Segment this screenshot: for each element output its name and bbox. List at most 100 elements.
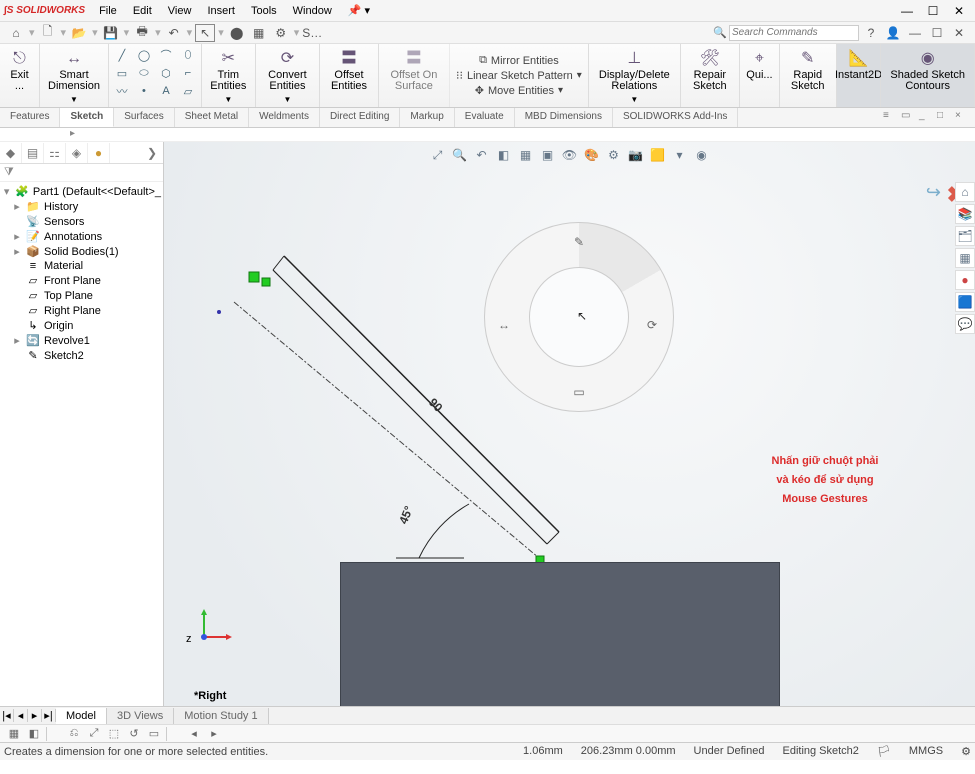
tab-directediting[interactable]: Direct Editing [320,108,400,127]
menu-tools[interactable]: Tools [243,3,285,19]
tree-item[interactable]: ↳Origin [0,318,163,333]
gesture-top-icon[interactable]: ✎ [571,234,587,250]
graphics-viewport[interactable]: ⤢ 🔍 ↶ ◧ ▦ ▣ 👁 🎨 ⚙ 📷 🟨 ▾ ◉ ↪ ✖ ⌂ 📚 🗂 ▦ ● … [164,142,975,706]
menu-window[interactable]: Window [285,3,340,19]
tab-features[interactable]: Features [0,108,60,127]
doc-maximize-icon[interactable]: ☐ [927,24,947,42]
minimize-button[interactable]: — [895,4,919,18]
bt-2-icon[interactable]: ◧ [26,726,42,742]
tab-evaluate[interactable]: Evaluate [455,108,515,127]
circle-tool[interactable]: ◯ [135,47,153,63]
solid-body-face[interactable] [340,562,780,706]
bottom-tab-motion[interactable]: Motion Study 1 [174,708,268,724]
tree-tab-display-icon[interactable]: ◈ [66,143,88,163]
tree-item[interactable]: ▸🔄Revolve1 [0,333,163,348]
bt-5-icon[interactable]: ⬚ [106,726,122,742]
tree-tab-appearance-icon[interactable]: ● [88,143,110,163]
gesture-right-icon[interactable]: ⟳ [644,317,660,333]
tab-mbd[interactable]: MBD Dimensions [515,108,613,127]
sketch-endpoint-handle[interactable] [249,272,259,282]
mouse-gesture-ring[interactable]: ✎ ↔ ⟳ ▭ ↖ [484,222,674,412]
home-icon[interactable]: ⌂ [6,24,26,42]
bottom-tab-3dviews[interactable]: 3D Views [107,708,174,724]
tree-item[interactable]: ▸📁History [0,199,163,214]
search-input[interactable] [729,25,859,41]
tree-item[interactable]: ▱Top Plane [0,288,163,303]
user-icon[interactable]: 👤 [883,24,903,42]
tabs-max-icon[interactable]: □ [937,110,951,121]
tabs-pin-icon[interactable]: ▭ [901,110,915,121]
options-icon[interactable]: ▦ [249,24,269,42]
mirror-entities-button[interactable]: ⧉Mirror Entities [477,54,561,67]
bt-7-icon[interactable]: ▭ [146,726,162,742]
menu-pin-icon[interactable]: 📌 ▾ [340,2,378,19]
line-tool[interactable]: ╱ [113,47,131,63]
text-tool[interactable]: A [157,83,175,99]
doc-close-icon[interactable]: ✕ [949,24,969,42]
spline-tool[interactable]: 〰 [113,83,131,99]
command-search[interactable]: 🔍 ? 👤 — ☐ ✕ [713,24,969,42]
ellipse-tool[interactable]: ⬯ [179,47,197,63]
tree-expand-icon[interactable]: ❯ [141,143,163,163]
bt-4-icon[interactable]: ⤢ [86,726,102,742]
close-button[interactable]: ✕ [947,4,971,18]
bt-9-icon[interactable]: ▸ [206,726,222,742]
menu-view[interactable]: View [160,3,200,19]
convert-entities-button[interactable]: ⟳Convert Entities▼ [256,44,321,107]
slot-tool[interactable]: ⬭ [135,65,153,81]
view-triad[interactable]: z [194,607,234,650]
fillet-tool[interactable]: ⌐ [179,65,197,81]
shaded-contours-button[interactable]: ◉Shaded Sketch Contours [881,44,975,107]
open-icon[interactable]: 📂 [69,24,89,42]
polygon-tool[interactable]: ⬡ [157,65,175,81]
feature-tree[interactable]: ▾🧩Part1 (Default<<Default>_ ▸📁History📡Se… [0,182,163,706]
save-icon[interactable]: 💾 [101,24,121,42]
tab-prev-icon[interactable]: ◂ [14,709,28,722]
tab-markup[interactable]: Markup [400,108,454,127]
linear-pattern-button[interactable]: ⁝⁝Linear Sketch Pattern▾ [454,69,584,82]
tree-tab-config-icon[interactable]: ⚏ [44,143,66,163]
save-all-icon[interactable]: S… [302,24,322,42]
tab-next-icon[interactable]: ▸ [28,709,42,722]
exit-sketch-button[interactable]: ⎋Exit ... [0,44,40,107]
offset-entities-button[interactable]: 〓Offset Entities [320,44,379,107]
gesture-bottom-icon[interactable]: ▭ [571,384,587,400]
bt-1-icon[interactable]: ▦ [6,726,22,742]
menu-insert[interactable]: Insert [199,3,243,19]
status-gear-icon[interactable]: ⚙ [961,745,971,758]
rebuild-icon[interactable]: ⬤ [227,24,247,42]
sketch-relation-handle[interactable] [262,278,270,286]
print-icon[interactable]: 🖶 [132,24,152,42]
instant2d-button[interactable]: 📐Instant2D [837,44,882,107]
rapid-sketch-button[interactable]: ✎Rapid Sketch [780,44,837,107]
arc-tool[interactable]: ⌒ [157,47,175,63]
select-icon[interactable]: ↖ [195,24,215,42]
doc-minimize-icon[interactable]: — [905,24,925,42]
tree-item[interactable]: 📡Sensors [0,214,163,229]
tab-sketch[interactable]: Sketch [60,108,114,127]
help-icon[interactable]: ? [861,24,881,42]
tree-item[interactable]: ▱Right Plane [0,303,163,318]
bt-8-icon[interactable]: ◂ [186,726,202,742]
undo-icon[interactable]: ↶ [164,24,184,42]
bt-6-icon[interactable]: ↺ [126,726,142,742]
tab-weldments[interactable]: Weldments [249,108,320,127]
tabs-close-icon[interactable]: × [955,110,969,121]
maximize-button[interactable]: ☐ [921,4,945,18]
status-flag-icon[interactable]: 🏳 [877,745,891,758]
point-tool[interactable]: • [135,83,153,99]
tab-sheetmetal[interactable]: Sheet Metal [175,108,249,127]
tree-filter[interactable]: ⧩ [0,164,163,182]
gesture-left-icon[interactable]: ↔ [496,317,512,333]
trim-entities-button[interactable]: ✂Trim Entities▼ [202,44,256,107]
tree-item[interactable]: ✎Sketch2 [0,348,163,363]
smart-dimension-button[interactable]: ↔Smart Dimension▼ [40,44,109,107]
display-delete-relations-button[interactable]: ⊥Display/Delete Relations▼ [589,44,681,107]
tree-tab-feature-icon[interactable]: ◆ [0,143,22,163]
repair-sketch-button[interactable]: 🛠Repair Sketch [681,44,740,107]
tab-surfaces[interactable]: Surfaces [114,108,174,127]
tree-item[interactable]: ≡Material [0,259,163,273]
new-icon[interactable]: 🗋 [38,24,58,42]
move-entities-button[interactable]: ✥Move Entities▾ [473,84,565,97]
rect-tool[interactable]: ▭ [113,65,131,81]
